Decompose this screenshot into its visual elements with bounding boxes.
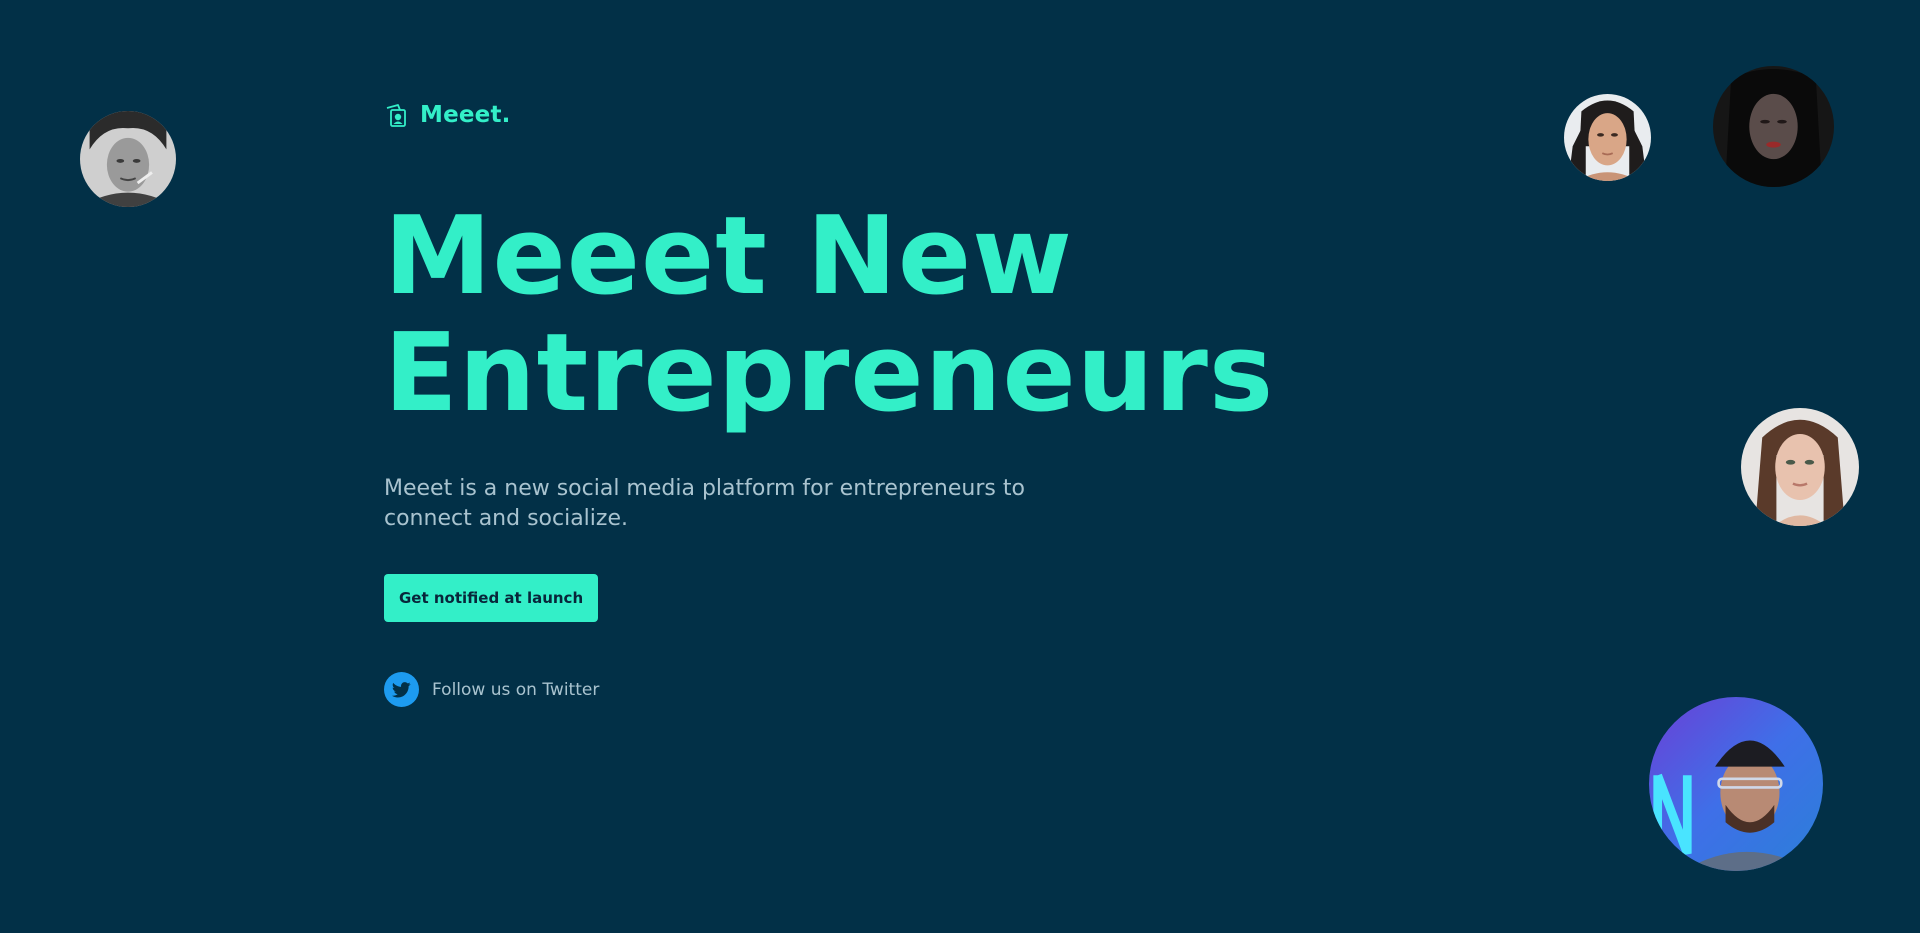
hero-description: Meeet is a new social media platform for…: [384, 476, 1025, 531]
avatar: [80, 111, 176, 207]
page-title: Meeet New Entrepreneurs: [384, 198, 1284, 432]
avatar: [1649, 697, 1823, 871]
twitter-label: Follow us on Twitter: [432, 679, 600, 700]
hero-section: Meeet. Meeet New Entrepreneurs Meeet is …: [384, 100, 1284, 707]
get-notified-button[interactable]: Get notified at launch: [384, 574, 599, 622]
photo-stack-icon: [386, 104, 406, 127]
avatar: [1741, 408, 1859, 526]
twitter-icon: [384, 672, 419, 707]
page-title-line-2: Entrepreneurs: [384, 311, 1275, 436]
avatar: [1564, 94, 1651, 181]
brand-name: Meeet.: [420, 102, 511, 128]
twitter-link[interactable]: Follow us on Twitter: [384, 672, 1284, 707]
brand-logo[interactable]: Meeet.: [384, 100, 1284, 130]
page-title-line-1: Meeet New: [384, 194, 1073, 319]
avatar: [1713, 66, 1834, 187]
